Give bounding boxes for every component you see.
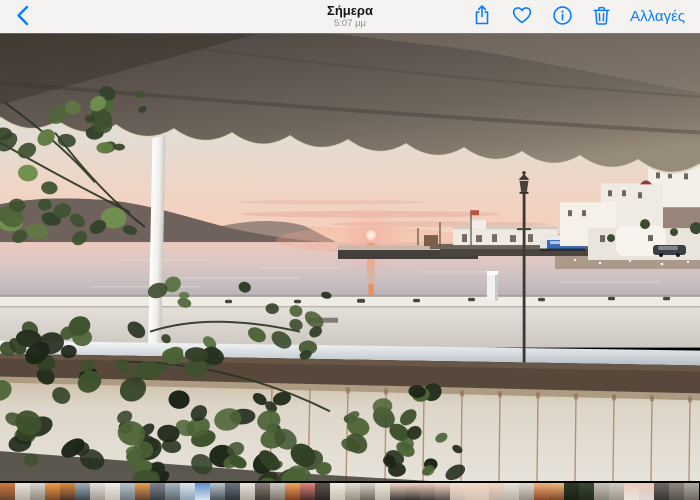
scrubber-thumbnail[interactable] — [489, 483, 504, 500]
scrubber-thumbnail[interactable] — [549, 483, 564, 500]
photo-scrubber[interactable] — [0, 481, 700, 500]
edit-button[interactable]: Αλλαγές — [630, 8, 685, 25]
scrubber-thumbnail[interactable] — [579, 483, 594, 500]
scrubber-thumbnail[interactable] — [534, 483, 549, 500]
share-button[interactable] — [472, 4, 492, 29]
favorite-button[interactable] — [511, 5, 533, 28]
scrubber-thumbnail[interactable] — [120, 483, 135, 500]
scrubber-thumbnail[interactable] — [135, 483, 150, 500]
scrubber-thumbnail[interactable] — [180, 483, 195, 500]
scrubber-thumbnail[interactable] — [405, 483, 420, 500]
scrubber-thumbnail[interactable] — [669, 483, 684, 500]
info-button[interactable] — [552, 5, 573, 29]
heart-icon — [511, 5, 533, 28]
delete-button[interactable] — [592, 5, 611, 29]
photo-flag — [471, 210, 479, 216]
scrubber-thumbnail[interactable] — [255, 483, 270, 500]
scrubber-thumbnail[interactable] — [195, 483, 210, 500]
photo-date-title: Σήμερα — [327, 3, 373, 18]
scrubber-thumbnail[interactable] — [240, 483, 255, 500]
toolbar-actions: Αλλαγές — [472, 4, 700, 29]
scrubber-thumbnail[interactable] — [594, 483, 609, 500]
photo-sun — [364, 228, 378, 242]
photo-bollard — [487, 270, 498, 301]
photos-app-window: Σήμερα 5:07 μμ Αλλαγές — [0, 0, 700, 500]
scrubber-thumbnail[interactable] — [390, 483, 405, 500]
scrubber-thumbnail[interactable] — [420, 483, 435, 500]
scrubber-thumbnail[interactable] — [450, 483, 465, 500]
scrubber-thumbnail[interactable] — [609, 483, 624, 500]
scrubber-thumbnail[interactable] — [270, 483, 285, 500]
scrubber-thumbnail[interactable] — [315, 483, 330, 500]
share-icon — [472, 4, 492, 29]
back-button[interactable] — [10, 3, 35, 31]
photo-quay — [0, 294, 700, 348]
toolbar: Σήμερα 5:07 μμ Αλλαγές — [0, 0, 700, 33]
scrubber-thumbnail[interactable] — [684, 483, 699, 500]
photo-sun-reflection-spark — [368, 283, 374, 296]
info-icon — [552, 5, 573, 29]
scrubber-thumbnail[interactable] — [624, 483, 639, 500]
scrubber-thumbnail[interactable] — [165, 483, 180, 500]
trash-icon — [592, 5, 611, 29]
photo-view[interactable] — [0, 33, 700, 481]
scrubber-thumbnail[interactable] — [225, 483, 240, 500]
scrubber-thumbnail[interactable] — [210, 483, 225, 500]
scrubber-thumbnail[interactable] — [519, 483, 534, 500]
scrubber-thumbnail[interactable] — [639, 483, 654, 500]
scrubber-thumbnail[interactable] — [375, 483, 390, 500]
scrubber-thumbnail[interactable] — [90, 483, 105, 500]
scrubber-thumbnail[interactable] — [504, 483, 519, 500]
scrubber-thumbnail[interactable] — [75, 483, 90, 500]
photo-time: 5:07 μμ — [333, 18, 367, 29]
scrubber-thumbnail[interactable] — [564, 483, 579, 500]
scrubber-thumbnail[interactable] — [285, 483, 300, 500]
scrubber-thumbnail[interactable] — [330, 483, 345, 500]
scrubber-thumbnail[interactable] — [30, 483, 45, 500]
scrubber-thumbnail[interactable] — [150, 483, 165, 500]
toolbar-left — [0, 3, 60, 31]
scrubber-thumbnail[interactable] — [360, 483, 375, 500]
scrubber-thumbnail[interactable] — [465, 483, 489, 500]
scrubber-thumbnail[interactable] — [15, 483, 30, 500]
scrubber-thumbnail[interactable] — [0, 483, 15, 500]
chevron-left-icon — [16, 5, 29, 29]
scrubber-thumbnail[interactable] — [435, 483, 450, 500]
scrubber-thumbnail[interactable] — [105, 483, 120, 500]
scrubber-thumbnail[interactable] — [300, 483, 315, 500]
scrubber-thumbnail[interactable] — [45, 483, 60, 500]
scrubber-thumbnail[interactable] — [60, 483, 75, 500]
scrubber-thumbnail[interactable] — [654, 483, 669, 500]
scrubber-thumbnail[interactable] — [345, 483, 360, 500]
